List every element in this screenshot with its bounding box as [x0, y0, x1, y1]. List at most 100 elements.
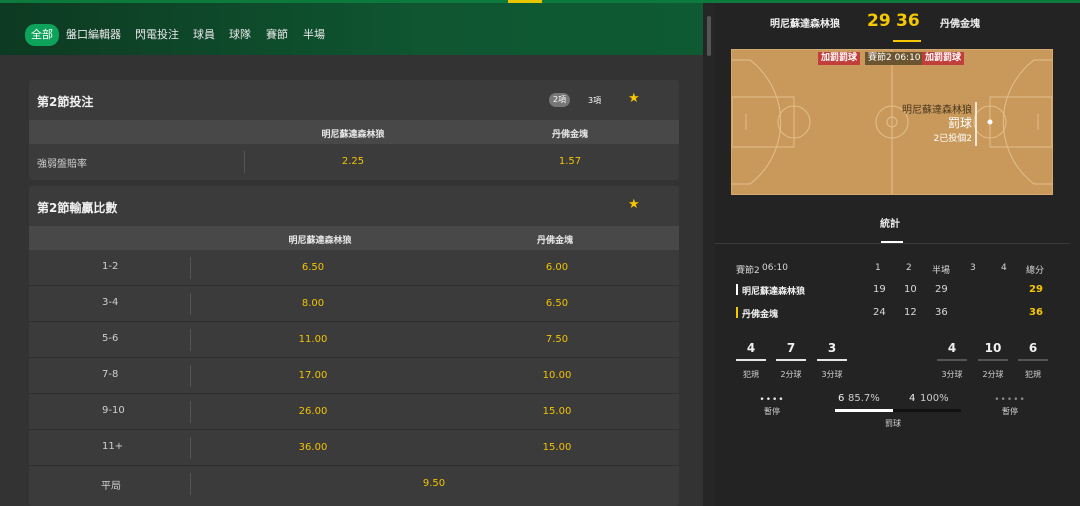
- stats-away-team: 丹佛金塊: [742, 310, 779, 320]
- row-divider: [244, 151, 245, 173]
- row-divider: [190, 473, 191, 495]
- stat-underline: [937, 359, 967, 361]
- stat-underline: [978, 359, 1008, 361]
- stats-home-team: 明尼蘇達森林狼: [742, 287, 806, 297]
- header-home-team: 明尼蘇達森林狼: [288, 236, 352, 246]
- table-row: 5-6 11.00 7.50: [29, 322, 679, 358]
- away-ft-progress-bar: [893, 409, 961, 412]
- stats-away-q2: 12: [904, 307, 917, 318]
- bonus-free-throw-badge-home: 加罰罰球: [818, 52, 861, 65]
- row-label: 平局: [101, 481, 121, 492]
- col-q2: 2: [906, 263, 912, 273]
- favorite-star-icon[interactable]: ★: [628, 91, 640, 106]
- away-ft-pct: 100%: [920, 393, 949, 404]
- row-label: 9-10: [102, 405, 125, 416]
- table-row: 7-8 17.00 10.00: [29, 358, 679, 394]
- tab-players[interactable]: 球員: [193, 25, 215, 45]
- odds-home-button[interactable]: 11.00: [299, 334, 328, 345]
- row-label: 1-2: [102, 261, 119, 272]
- row-label: 7-8: [102, 369, 119, 380]
- row-label: 5-6: [102, 333, 119, 344]
- selections-2-pill[interactable]: 2項: [549, 93, 571, 107]
- stat-underline: [1018, 359, 1048, 361]
- divider: [715, 243, 1070, 244]
- row-divider: [190, 257, 191, 279]
- table-row: 3-4 8.00 6.50: [29, 286, 679, 322]
- away-timeouts-dots-icon: •••••: [994, 395, 1026, 405]
- home-ft-progress-bar: [835, 409, 893, 412]
- row-divider: [190, 329, 191, 351]
- score-leader-underline: [893, 40, 921, 42]
- table-row: 11+ 36.00 15.00: [29, 430, 679, 466]
- game-clock-badge: 賽節2 06:10: [865, 52, 924, 65]
- away-fouls-label: 犯規: [1025, 370, 1041, 379]
- market-title[interactable]: 第2節投注: [37, 93, 93, 110]
- home-team-color-bar: [736, 284, 738, 295]
- odds-draw-button[interactable]: 9.50: [423, 478, 445, 489]
- odds-home-button[interactable]: 17.00: [299, 370, 328, 381]
- bonus-free-throw-badge-away: 加罰罰球: [922, 52, 965, 65]
- away-ft-count: 4: [909, 393, 916, 404]
- odds-away-button[interactable]: 1.57: [559, 156, 581, 167]
- home-ft-pct: 85.7%: [848, 393, 880, 404]
- odds-home-button[interactable]: 8.00: [302, 298, 324, 309]
- tab-statistics[interactable]: 統計: [880, 215, 900, 230]
- odds-away-button[interactable]: 10.00: [543, 370, 572, 381]
- odds-away-button[interactable]: 15.00: [543, 442, 572, 453]
- tab-all[interactable]: 全部: [25, 24, 59, 46]
- tab-quick-bet[interactable]: 閃電投注: [135, 25, 179, 45]
- home-3pt-value: 3: [827, 341, 837, 355]
- tab-teams[interactable]: 球隊: [229, 25, 251, 45]
- row-label: 強弱盤賠率: [37, 159, 87, 170]
- stat-underline: [817, 359, 847, 361]
- home-ft-count: 6: [838, 393, 845, 404]
- market-card-quarter2-moneyline: 第2節投注 2項 3項 ★ 明尼蘇達森林狼 丹佛金塊 強弱盤賠率 2.25 1.…: [29, 80, 679, 180]
- home-3pt-label: 3分球: [821, 370, 843, 379]
- stats-away-half: 36: [935, 307, 948, 318]
- match-tracker-panel: 明尼蘇達森林狼 29 36 丹佛金塊 加罰罰球 賽節2 06:10 加罰罰球 明…: [715, 0, 1080, 506]
- top-accent-marker: [508, 0, 542, 3]
- favorite-star-icon[interactable]: ★: [628, 197, 640, 212]
- market-filter-nav: 全部 盤口編輯器 閃電投注 球員 球隊 賽節 半場: [0, 3, 703, 55]
- home-fouls-label: 犯規: [743, 370, 759, 379]
- selections-3-pill[interactable]: 3項: [588, 95, 601, 106]
- markets-panel: 全部 盤口編輯器 閃電投注 球員 球隊 賽節 半場 第2節投注 2項 3項 ★ …: [0, 0, 703, 506]
- stats-home-total: 29: [1029, 284, 1043, 295]
- stats-home-q1: 19: [873, 284, 886, 295]
- stats-clock: 06:10: [762, 263, 788, 273]
- row-divider: [190, 365, 191, 387]
- home-2pt-label: 2分球: [780, 370, 802, 379]
- odds-home-button[interactable]: 6.50: [302, 262, 324, 273]
- odds-home-button[interactable]: 2.25: [342, 156, 364, 167]
- row-divider: [190, 401, 191, 423]
- tab-halves[interactable]: 半場: [303, 25, 325, 45]
- col-q3: 3: [970, 263, 976, 273]
- odds-home-button[interactable]: 26.00: [299, 406, 328, 417]
- row-label: 3-4: [102, 297, 119, 308]
- column-header: 明尼蘇達森林狼 丹佛金塊: [29, 120, 679, 144]
- odds-away-button[interactable]: 6.50: [546, 298, 568, 309]
- scoreboard: 明尼蘇達森林狼 29 36 丹佛金塊: [715, 0, 1080, 44]
- stats-home-q2: 10: [904, 284, 917, 295]
- away-team-color-bar: [736, 307, 738, 318]
- away-score: 36: [896, 11, 920, 31]
- col-total: 總分: [1026, 266, 1045, 276]
- odds-away-button[interactable]: 15.00: [543, 406, 572, 417]
- scrollbar[interactable]: [703, 0, 715, 506]
- stat-underline: [776, 359, 806, 361]
- stats-home-half: 29: [935, 284, 948, 295]
- court-event-detail: 2已投個2: [933, 134, 972, 144]
- header-away-team: 丹佛金塊: [551, 130, 589, 140]
- header-home-team: 明尼蘇達森林狼: [321, 130, 385, 140]
- tab-bet-builder[interactable]: 盤口編輯器: [66, 25, 121, 45]
- tab-quarters[interactable]: 賽節: [266, 25, 288, 45]
- home-timeouts-label: 暫停: [764, 407, 780, 416]
- col-q1: 1: [875, 263, 881, 273]
- home-team-name: 明尼蘇達森林狼: [770, 19, 840, 30]
- odds-away-button[interactable]: 6.00: [546, 262, 568, 273]
- scrollbar-thumb[interactable]: [707, 16, 711, 56]
- market-title[interactable]: 第2節輸贏比數: [37, 199, 117, 216]
- odds-home-button[interactable]: 36.00: [299, 442, 328, 453]
- col-q4: 4: [1001, 263, 1007, 273]
- odds-away-button[interactable]: 7.50: [546, 334, 568, 345]
